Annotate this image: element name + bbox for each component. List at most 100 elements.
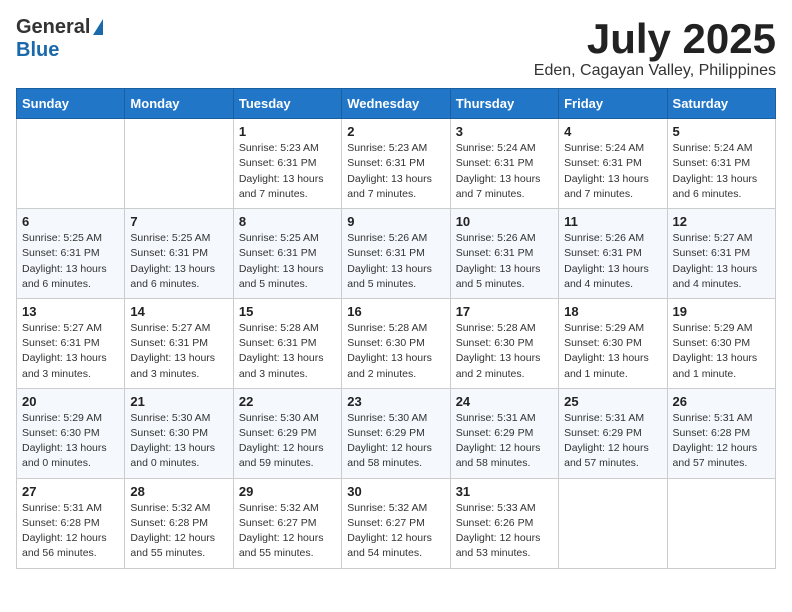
calendar-cell: 30Sunrise: 5:32 AM Sunset: 6:27 PM Dayli… — [342, 478, 450, 568]
calendar-table: SundayMondayTuesdayWednesdayThursdayFrid… — [16, 88, 776, 568]
calendar-cell: 8Sunrise: 5:25 AM Sunset: 6:31 PM Daylig… — [233, 209, 341, 299]
day-content: Sunrise: 5:25 AM Sunset: 6:31 PM Dayligh… — [22, 231, 119, 292]
calendar-cell: 21 Sunrise: 5:30 AM Sunset: 6:30 PM Dayli… — [125, 388, 233, 478]
day-content: Sunrise: 5:27 AM Sunset: 6:31 PM Dayligh… — [673, 231, 770, 292]
calendar-cell: 1 Sunrise: 5:23 AM Sunset: 6:31 PM Daylig… — [233, 119, 341, 209]
week-row-1: 6Sunrise: 5:25 AM Sunset: 6:31 PM Daylig… — [17, 209, 776, 299]
calendar-header-row: SundayMondayTuesdayWednesdayThursdayFrid… — [17, 89, 776, 119]
header-day-thursday: Thursday — [450, 89, 558, 119]
calendar-cell: 13 Sunrise: 5:27 AM Sunset: 6:31 PM Dayli… — [17, 298, 125, 388]
day-number: 1 — [239, 124, 336, 139]
day-number: 30 — [347, 484, 444, 499]
day-number: 2 — [347, 124, 444, 139]
day-content: Sunrise: 5:29 AM Sunset: 6:30 PM Dayligh… — [22, 411, 119, 472]
calendar-cell: 14 Sunrise: 5:27 AM Sunset: 6:31 PM Dayli… — [125, 298, 233, 388]
day-number: 25 — [564, 394, 661, 409]
day-content: Sunrise: 5:30 AM Sunset: 6:29 PM Dayligh… — [347, 411, 444, 472]
day-number: 29 — [239, 484, 336, 499]
calendar-cell: 24Sunrise: 5:31 AM Sunset: 6:29 PM Dayli… — [450, 388, 558, 478]
calendar-cell — [667, 478, 775, 568]
title-block: July 2025 Eden, Cagayan Valley, Philippi… — [534, 16, 776, 80]
logo-triangle-icon — [93, 19, 103, 35]
day-content: Sunrise: 5:31 AM Sunset: 6:28 PM Dayligh… — [673, 411, 770, 472]
day-content: Sunrise: 5:24 AM Sunset: 6:31 PM Dayligh… — [564, 141, 661, 202]
day-content: Sunrise: 5:30 AM Sunset: 6:29 PM Dayligh… — [239, 411, 336, 472]
calendar-cell: 31 Sunrise: 5:33 AM Sunset: 6:26 PM Dayli… — [450, 478, 558, 568]
week-row-0: 1 Sunrise: 5:23 AM Sunset: 6:31 PM Daylig… — [17, 119, 776, 209]
calendar-cell: 28Sunrise: 5:32 AM Sunset: 6:28 PM Dayli… — [125, 478, 233, 568]
day-number: 3 — [456, 124, 553, 139]
calendar-cell: 18 Sunrise: 5:29 AM Sunset: 6:30 PM Dayli… — [559, 298, 667, 388]
week-row-4: 27Sunrise: 5:31 AM Sunset: 6:28 PM Dayli… — [17, 478, 776, 568]
calendar-cell: 2 Sunrise: 5:23 AM Sunset: 6:31 PM Daylig… — [342, 119, 450, 209]
day-number: 7 — [130, 214, 227, 229]
day-number: 14 — [130, 304, 227, 319]
day-content: Sunrise: 5:23 AM Sunset: 6:31 PM Dayligh… — [347, 141, 444, 202]
day-number: 16 — [347, 304, 444, 319]
month-title: July 2025 — [534, 16, 776, 62]
day-content: Sunrise: 5:26 AM Sunset: 6:31 PM Dayligh… — [456, 231, 553, 292]
day-content: Sunrise: 5:29 AM Sunset: 6:30 PM Dayligh… — [673, 321, 770, 382]
header-day-friday: Friday — [559, 89, 667, 119]
day-content: Sunrise: 5:33 AM Sunset: 6:26 PM Dayligh… — [456, 501, 553, 562]
calendar-cell: 25 Sunrise: 5:31 AM Sunset: 6:29 PM Dayli… — [559, 388, 667, 478]
day-number: 4 — [564, 124, 661, 139]
day-content: Sunrise: 5:26 AM Sunset: 6:31 PM Dayligh… — [347, 231, 444, 292]
header-day-tuesday: Tuesday — [233, 89, 341, 119]
calendar-cell — [17, 119, 125, 209]
day-content: Sunrise: 5:27 AM Sunset: 6:31 PM Dayligh… — [130, 321, 227, 382]
day-number: 12 — [673, 214, 770, 229]
calendar-cell: 11 Sunrise: 5:26 AM Sunset: 6:31 PM Dayli… — [559, 209, 667, 299]
day-number: 24 — [456, 394, 553, 409]
day-content: Sunrise: 5:23 AM Sunset: 6:31 PM Dayligh… — [239, 141, 336, 202]
day-content: Sunrise: 5:31 AM Sunset: 6:28 PM Dayligh… — [22, 501, 119, 562]
day-content: Sunrise: 5:28 AM Sunset: 6:30 PM Dayligh… — [456, 321, 553, 382]
calendar-body: 1 Sunrise: 5:23 AM Sunset: 6:31 PM Daylig… — [17, 119, 776, 568]
calendar-cell: 19 Sunrise: 5:29 AM Sunset: 6:30 PM Dayli… — [667, 298, 775, 388]
day-content: Sunrise: 5:27 AM Sunset: 6:31 PM Dayligh… — [22, 321, 119, 382]
header-day-saturday: Saturday — [667, 89, 775, 119]
calendar-cell: 9Sunrise: 5:26 AM Sunset: 6:31 PM Daylig… — [342, 209, 450, 299]
calendar-cell: 27Sunrise: 5:31 AM Sunset: 6:28 PM Dayli… — [17, 478, 125, 568]
header-day-monday: Monday — [125, 89, 233, 119]
day-number: 10 — [456, 214, 553, 229]
calendar-cell: 3 Sunrise: 5:24 AM Sunset: 6:31 PM Daylig… — [450, 119, 558, 209]
day-number: 19 — [673, 304, 770, 319]
location: Eden, Cagayan Valley, Philippines — [534, 62, 776, 80]
calendar-cell: 26 Sunrise: 5:31 AM Sunset: 6:28 PM Dayli… — [667, 388, 775, 478]
day-content: Sunrise: 5:30 AM Sunset: 6:30 PM Dayligh… — [130, 411, 227, 472]
day-number: 5 — [673, 124, 770, 139]
calendar-cell — [125, 119, 233, 209]
logo-general: General — [16, 16, 90, 39]
day-content: Sunrise: 5:32 AM Sunset: 6:28 PM Dayligh… — [130, 501, 227, 562]
day-content: Sunrise: 5:29 AM Sunset: 6:30 PM Dayligh… — [564, 321, 661, 382]
calendar-cell: 20 Sunrise: 5:29 AM Sunset: 6:30 PM Dayli… — [17, 388, 125, 478]
day-content: Sunrise: 5:25 AM Sunset: 6:31 PM Dayligh… — [130, 231, 227, 292]
logo: General Blue — [16, 16, 103, 62]
day-number: 8 — [239, 214, 336, 229]
header-day-wednesday: Wednesday — [342, 89, 450, 119]
calendar-cell: 17 Sunrise: 5:28 AM Sunset: 6:30 PM Dayli… — [450, 298, 558, 388]
day-number: 26 — [673, 394, 770, 409]
day-content: Sunrise: 5:28 AM Sunset: 6:30 PM Dayligh… — [347, 321, 444, 382]
day-content: Sunrise: 5:24 AM Sunset: 6:31 PM Dayligh… — [673, 141, 770, 202]
calendar-cell: 7 Sunrise: 5:25 AM Sunset: 6:31 PM Daylig… — [125, 209, 233, 299]
calendar-cell: 23Sunrise: 5:30 AM Sunset: 6:29 PM Dayli… — [342, 388, 450, 478]
day-number: 18 — [564, 304, 661, 319]
calendar-cell — [559, 478, 667, 568]
day-number: 11 — [564, 214, 661, 229]
day-content: Sunrise: 5:24 AM Sunset: 6:31 PM Dayligh… — [456, 141, 553, 202]
week-row-3: 20 Sunrise: 5:29 AM Sunset: 6:30 PM Dayli… — [17, 388, 776, 478]
day-number: 21 — [130, 394, 227, 409]
page-header: General Blue July 2025 Eden, Cagayan Val… — [16, 16, 776, 80]
calendar-cell: 12 Sunrise: 5:27 AM Sunset: 6:31 PM Dayli… — [667, 209, 775, 299]
day-number: 17 — [456, 304, 553, 319]
day-content: Sunrise: 5:32 AM Sunset: 6:27 PM Dayligh… — [239, 501, 336, 562]
day-number: 31 — [456, 484, 553, 499]
calendar-cell: 15Sunrise: 5:28 AM Sunset: 6:31 PM Dayli… — [233, 298, 341, 388]
day-number: 20 — [22, 394, 119, 409]
day-content: Sunrise: 5:26 AM Sunset: 6:31 PM Dayligh… — [564, 231, 661, 292]
day-number: 13 — [22, 304, 119, 319]
day-content: Sunrise: 5:31 AM Sunset: 6:29 PM Dayligh… — [564, 411, 661, 472]
calendar-cell: 10 Sunrise: 5:26 AM Sunset: 6:31 PM Dayli… — [450, 209, 558, 299]
